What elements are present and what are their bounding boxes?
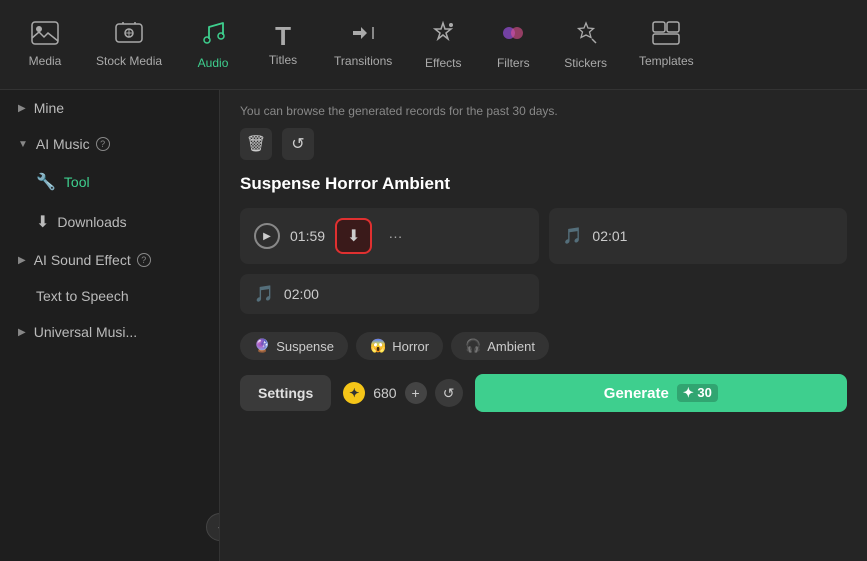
nav-item-titles[interactable]: T Titles [248,15,318,75]
ai-sound-effect-help-icon[interactable]: ? [137,253,151,267]
generate-count: 30 [697,385,711,400]
transitions-label: Transitions [334,54,392,68]
effects-icon [429,19,457,52]
audio-icon [199,19,227,52]
stickers-icon [572,19,600,52]
ai-music-label: AI Music [36,136,90,152]
downloads-label: Downloads [57,214,126,230]
nav-item-transitions[interactable]: Transitions [318,13,408,76]
track-download-button-1[interactable]: ⬇ [335,218,372,254]
horror-tag-icon: 😱 [370,338,386,354]
track-duration-3: 02:00 [284,286,319,302]
content-area: You can browse the generated records for… [220,90,867,561]
track-music-icon-3: 🎵 [254,284,274,304]
templates-label: Templates [639,54,694,68]
ai-music-help-icon[interactable]: ? [96,137,110,151]
nav-item-media[interactable]: Media [10,13,80,76]
mine-arrow-icon: ▶ [18,103,26,114]
credits-value: 680 [373,385,396,401]
ambient-tag-icon: 🎧 [465,338,481,354]
settings-label: Settings [258,385,313,401]
nav-item-effects[interactable]: Effects [408,11,478,78]
sidebar-collapse-button[interactable]: ‹ [206,513,220,541]
generate-count-badge: ✦ 30 [677,384,718,402]
more-icon-1: ··· [388,228,402,244]
mine-label: Mine [34,100,64,116]
sidebar-item-downloads[interactable]: ⬇ Downloads [0,202,219,242]
filters-label: Filters [497,56,530,70]
refresh-history-icon: ↺ [291,134,304,154]
action-bar: 🗑 ↺ [240,128,847,160]
suspense-tag-icon: 🔮 [254,338,270,354]
download-icon-1: ⬇ [347,226,360,246]
generate-label: Generate [604,385,669,402]
universal-music-arrow-icon: ▶ [18,327,26,338]
effects-label: Effects [425,56,461,70]
text-to-speech-label: Text to Speech [36,288,129,304]
tag-suspense[interactable]: 🔮 Suspense [240,332,348,360]
track-duration-2: 02:01 [592,228,627,244]
add-credits-button[interactable]: + [405,382,427,404]
browse-notice: You can browse the generated records for… [240,104,847,118]
downloads-icon: ⬇ [36,212,49,232]
refresh-credits-icon: ↺ [443,385,455,402]
titles-label: Titles [269,53,297,67]
ai-sound-effect-arrow-icon: ▶ [18,255,26,266]
sidebar-item-universal-music[interactable]: ▶ Universal Musi... [0,314,219,350]
sidebar-item-text-to-speech[interactable]: Text to Speech [0,278,219,314]
tags-row: 🔮 Suspense 😱 Horror 🎧 Ambient [240,332,847,360]
stickers-label: Stickers [564,56,607,70]
sidebar-item-ai-sound-effect[interactable]: ▶ AI Sound Effect ? [0,242,219,278]
templates-icon [652,21,680,50]
titles-icon: T [275,23,291,49]
delete-button[interactable]: 🗑 [240,128,272,160]
track-play-button-1[interactable]: ▶ [254,223,280,249]
refresh-history-button[interactable]: ↺ [282,128,314,160]
sidebar: ▶ Mine ▼ AI Music ? 🔧 Tool ⬇ Downloads ▶… [0,90,220,561]
delete-icon: 🗑 [246,134,266,154]
media-label: Media [29,54,62,68]
bottom-bar: Settings ✦ 680 + ↺ Generate ✦ 30 [240,374,847,412]
universal-music-label: Universal Musi... [34,324,137,340]
horror-tag-label: Horror [392,339,429,354]
ai-music-arrow-icon: ▼ [18,139,28,150]
tag-horror[interactable]: 😱 Horror [356,332,443,360]
track-card-2[interactable]: 🎵 02:01 [549,208,848,264]
main-layout: ▶ Mine ▼ AI Music ? 🔧 Tool ⬇ Downloads ▶… [0,90,867,561]
sidebar-item-ai-music[interactable]: ▼ AI Music ? [0,126,219,162]
ai-sound-effect-label: AI Sound Effect [34,252,131,268]
stock-media-label: Stock Media [96,54,162,68]
nav-item-stock-media[interactable]: Stock Media [80,13,178,76]
nav-item-audio[interactable]: Audio [178,11,248,78]
tracks-grid: ▶ 01:59 ⬇ ··· 🎵 02:01 🎵 02:00 [240,208,847,314]
ambient-tag-label: Ambient [487,339,535,354]
track-card-3[interactable]: 🎵 02:00 [240,274,539,314]
track-music-icon-2: 🎵 [563,226,583,246]
tool-label: Tool [64,174,90,190]
coin-icon: ✦ [343,382,365,404]
nav-item-stickers[interactable]: Stickers [548,11,623,78]
refresh-credits-button[interactable]: ↺ [435,379,463,407]
sidebar-item-tool[interactable]: 🔧 Tool [0,162,219,202]
track-title: Suspense Horror Ambient [240,174,847,194]
audio-label: Audio [198,56,229,70]
top-navigation: Media Stock Media Audio T Titles [0,0,867,90]
nav-item-templates[interactable]: Templates [623,13,710,76]
track-more-button-1[interactable]: ··· [382,223,408,249]
plus-icon: + [412,385,420,401]
transitions-icon [349,21,377,50]
sidebar-item-mine[interactable]: ▶ Mine [0,90,219,126]
tag-ambient[interactable]: 🎧 Ambient [451,332,549,360]
track-card-1[interactable]: ▶ 01:59 ⬇ ··· [240,208,539,264]
media-icon [31,21,59,50]
nav-item-filters[interactable]: Filters [478,11,548,78]
generate-button[interactable]: Generate ✦ 30 [475,374,847,412]
settings-button[interactable]: Settings [240,375,331,411]
suspense-tag-label: Suspense [276,339,334,354]
track-duration-1: 01:59 [290,228,325,244]
tool-icon: 🔧 [36,172,56,192]
filters-icon [499,19,527,52]
credits-area: ✦ 680 + ↺ [343,379,462,407]
stock-media-icon [115,21,143,50]
